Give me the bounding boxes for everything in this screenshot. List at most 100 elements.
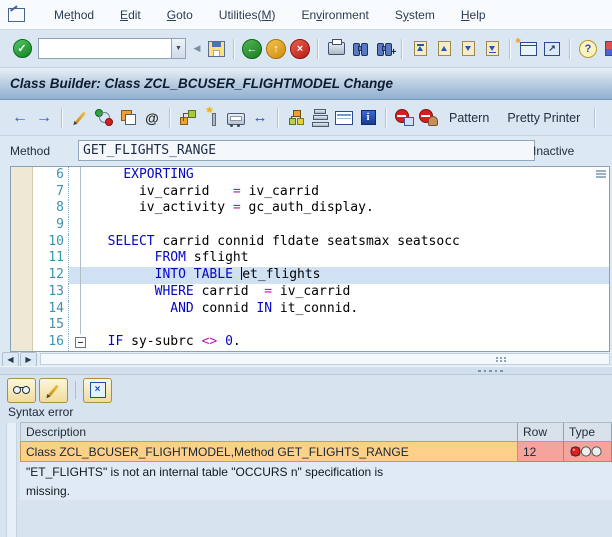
code-line[interactable]: 11 FROM sflight (11, 250, 609, 268)
code-text[interactable]: INTO TABLE et_flights (92, 267, 609, 284)
code-text[interactable]: FROM sflight (92, 250, 609, 267)
code-text[interactable]: iv_activity = gc_auth_display. (92, 200, 609, 217)
inheritance-button[interactable] (308, 106, 332, 130)
code-text[interactable]: EXPORTING (92, 167, 609, 184)
menu-method[interactable]: Method (41, 5, 107, 25)
marker-gutter[interactable] (11, 283, 33, 301)
menu-utilities[interactable]: Utilities(M) (206, 5, 289, 25)
command-input[interactable] (38, 38, 171, 59)
marker-gutter[interactable] (11, 167, 33, 184)
code-line[interactable]: 7 iv_carrid = iv_carrid (11, 183, 609, 201)
code-line[interactable]: 12 INTO TABLE et_flights (11, 267, 609, 284)
last-page-button[interactable] (480, 37, 504, 61)
error-description-cell[interactable]: Class ZCL_BCUSER_FLIGHTMODEL,Method GET_… (20, 442, 518, 462)
code-text[interactable]: WHERE carrid = iv_carrid (92, 284, 609, 301)
where-used-button[interactable]: @ (140, 106, 164, 130)
scroll-left-icon[interactable]: ◀ (2, 351, 19, 367)
marker-gutter[interactable] (11, 333, 33, 351)
back-button[interactable]: ← (240, 37, 264, 61)
find-next-button[interactable]: + (372, 37, 397, 61)
editor-horizontal-scrollbar[interactable]: ◀ ▶ (2, 351, 610, 367)
back-nav-button[interactable]: ← (8, 106, 32, 130)
syntax-check-button[interactable] (92, 106, 116, 130)
collapse-toggle-icon[interactable] (75, 336, 86, 348)
marker-gutter[interactable] (11, 250, 33, 268)
abap-code-editor[interactable]: 6 EXPORTING 7 iv_carrid = iv_carrid 8 iv_a… (10, 166, 610, 352)
scroll-right-icon[interactable]: ▶ (20, 351, 37, 367)
collapse-command-icon[interactable]: ◀ (190, 37, 204, 61)
splitter-grip-icon[interactable] (596, 170, 606, 179)
code-line[interactable]: 16 IF sy-subrc <> 0. (11, 333, 609, 351)
create-shortcut-button[interactable]: ↗ (540, 37, 564, 61)
code-line[interactable]: 13 WHERE carrid = iv_carrid (11, 283, 609, 301)
find-button[interactable] (348, 37, 372, 61)
pretty-printer-button[interactable]: Pretty Printer (498, 107, 589, 129)
menu-environment[interactable]: Environment (288, 5, 381, 25)
marker-gutter[interactable] (11, 217, 33, 234)
marker-gutter[interactable] (11, 300, 33, 318)
code-line[interactable]: 9 (11, 217, 609, 234)
marker-gutter[interactable] (11, 183, 33, 201)
help-button[interactable]: ? (576, 37, 600, 61)
save-button[interactable] (204, 37, 228, 61)
error-row-number-cell[interactable]: 12 (518, 442, 564, 462)
customize-layout-button[interactable] (600, 37, 612, 61)
edit-view-button[interactable] (39, 377, 68, 403)
scrollbar-grip-icon[interactable] (496, 357, 506, 359)
navigation-button[interactable] (176, 106, 200, 130)
class-hierarchy-button[interactable] (284, 106, 308, 130)
new-session-button[interactable]: * (516, 35, 540, 61)
enter-button[interactable]: ✓ (10, 37, 34, 61)
close-panel-button[interactable]: × (83, 377, 112, 403)
breakpoint-button[interactable] (392, 106, 416, 130)
pattern-button[interactable]: Pattern (440, 107, 498, 129)
fold-gutter[interactable] (69, 334, 92, 351)
code-text[interactable]: AND connid IN it_connid. (92, 301, 609, 318)
first-page-button[interactable] (408, 37, 432, 61)
code-line[interactable]: 6 EXPORTING (11, 167, 609, 184)
error-message-line[interactable]: "ET_FLIGHTS" is not an internal table "O… (20, 462, 612, 481)
exit-button[interactable]: ↑ (264, 37, 288, 61)
method-name-field[interactable] (78, 140, 535, 161)
next-page-button[interactable] (456, 37, 480, 61)
activate-button[interactable] (116, 106, 140, 130)
print-button[interactable] (324, 37, 348, 61)
code-text[interactable]: iv_carrid = iv_carrid (92, 184, 609, 201)
display-change-button[interactable] (68, 106, 92, 130)
marker-gutter[interactable] (11, 200, 33, 218)
menu-goto[interactable]: Goto (154, 5, 206, 25)
marker-gutter[interactable] (11, 317, 33, 334)
marker-gutter[interactable] (11, 267, 33, 284)
code-line[interactable]: 15 (11, 317, 609, 334)
code-text[interactable] (92, 217, 609, 234)
panel-splitter[interactable] (0, 366, 612, 375)
error-message-line[interactable]: missing. (20, 481, 612, 500)
menu-system[interactable]: System (382, 5, 448, 25)
test-button[interactable]: * (200, 104, 224, 130)
code-line[interactable]: 10 SELECT carrid connid fldate seatsmax … (11, 233, 609, 251)
marker-gutter[interactable] (11, 233, 33, 251)
column-header-type: Type (564, 422, 612, 442)
external-breakpoint-button[interactable] (416, 106, 440, 130)
scrollbar-track[interactable] (40, 353, 610, 365)
error-type-cell[interactable] (564, 442, 612, 462)
goto-button[interactable]: ↔ (248, 106, 272, 130)
code-line[interactable]: 14 AND connid IN it_connid. (11, 300, 609, 318)
runtime-analysis-button[interactable] (224, 106, 248, 130)
method-list-button[interactable] (332, 106, 356, 130)
code-line[interactable]: 8 iv_activity = gc_auth_display. (11, 200, 609, 218)
command-dropdown-icon[interactable]: ▼ (171, 38, 186, 59)
forward-nav-button[interactable]: → (32, 106, 56, 130)
display-view-button[interactable] (7, 377, 36, 403)
error-row[interactable]: Class ZCL_BCUSER_FLIGHTMODEL,Method GET_… (20, 442, 612, 462)
sap-screen-icon[interactable] (8, 4, 25, 22)
menu-edit[interactable]: Edit (107, 5, 154, 25)
menu-help[interactable]: Help (448, 5, 499, 25)
code-text[interactable]: IF sy-subrc <> 0. (92, 334, 609, 351)
previous-page-button[interactable] (432, 37, 456, 61)
cancel-button[interactable]: × (288, 37, 312, 61)
code-text[interactable] (92, 317, 609, 334)
documentation-button[interactable]: i (356, 106, 380, 130)
code-lines: 6 EXPORTING 7 iv_carrid = iv_carrid 8 iv_a… (11, 167, 609, 351)
code-text[interactable]: SELECT carrid connid fldate seatsmax sea… (92, 234, 609, 251)
